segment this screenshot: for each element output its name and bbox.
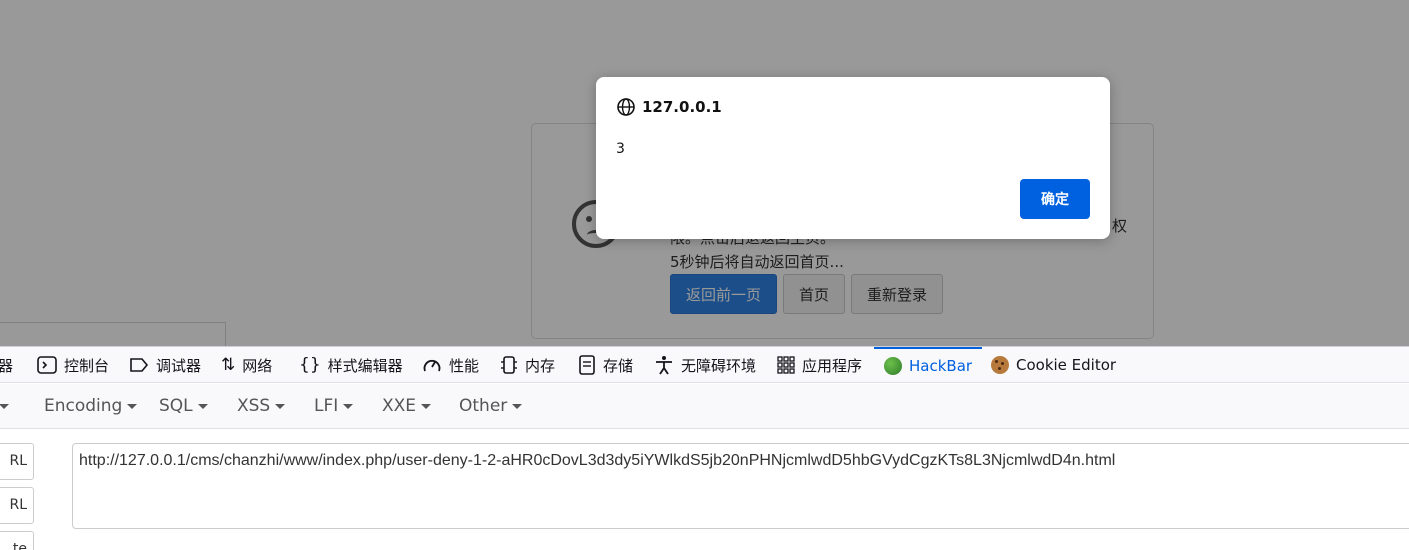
style-editor-icon: {} bbox=[299, 354, 321, 375]
tab-hackbar[interactable]: HackBar bbox=[874, 347, 983, 383]
devtools-panel: 器 控制台 调试器 ⇅ 网络 {} 样式编辑器 性能 内存 存储 无障碍环境 应… bbox=[0, 346, 1409, 550]
tab-label: 内存 bbox=[525, 356, 556, 375]
tab-label: 调试器 bbox=[156, 356, 202, 375]
chevron-down-icon bbox=[0, 403, 9, 409]
alert-dialog: 127.0.0.1 3 确定 bbox=[596, 77, 1110, 239]
tab-label: 样式编辑器 bbox=[327, 356, 403, 375]
tab-label: 网络 bbox=[242, 356, 273, 375]
chevron-down-icon bbox=[343, 403, 354, 409]
menu-sql[interactable]: SQL bbox=[159, 396, 208, 416]
menu-lfi[interactable]: LFI bbox=[314, 396, 354, 416]
cookie-icon bbox=[991, 356, 1009, 374]
tab-label: HackBar bbox=[909, 357, 973, 375]
globe-icon bbox=[617, 98, 635, 116]
tab-network[interactable]: ⇅ 网络 bbox=[221, 347, 272, 383]
tab-label: 性能 bbox=[449, 356, 480, 375]
chevron-down-icon bbox=[512, 403, 523, 409]
dialog-origin-text: 127.0.0.1 bbox=[642, 98, 722, 116]
tab-inspector[interactable]: 器 bbox=[0, 347, 13, 383]
memory-icon bbox=[501, 356, 517, 374]
debugger-icon bbox=[130, 358, 149, 372]
accessibility-icon bbox=[656, 356, 672, 375]
dialog-message: 3 bbox=[616, 141, 625, 157]
network-icon: ⇅ bbox=[221, 354, 236, 375]
tab-console[interactable]: 控制台 bbox=[37, 347, 109, 383]
tab-style-editor[interactable]: {} 样式编辑器 bbox=[299, 347, 403, 383]
dialog-origin: 127.0.0.1 bbox=[616, 97, 722, 117]
split-url-button[interactable]: RL bbox=[0, 487, 34, 524]
console-icon bbox=[37, 356, 57, 374]
menu-load-url[interactable] bbox=[0, 396, 9, 416]
load-url-button[interactable]: RL bbox=[0, 443, 34, 480]
chevron-down-icon bbox=[275, 403, 286, 409]
tab-label: 应用程序 bbox=[802, 356, 863, 375]
tab-label: 器 bbox=[0, 356, 14, 375]
tab-cookie-editor[interactable]: Cookie Editor bbox=[991, 347, 1116, 383]
chevron-down-icon bbox=[421, 403, 432, 409]
menu-xxe[interactable]: XXE bbox=[382, 396, 432, 416]
tab-storage[interactable]: 存储 bbox=[578, 347, 633, 383]
hackbar-icon bbox=[884, 357, 902, 375]
tab-label: 存储 bbox=[603, 356, 634, 375]
tab-accessibility[interactable]: 无障碍环境 bbox=[654, 347, 756, 383]
menu-xss[interactable]: XSS bbox=[237, 396, 286, 416]
tab-application[interactable]: 应用程序 bbox=[777, 347, 862, 383]
chevron-down-icon bbox=[197, 403, 208, 409]
tab-memory[interactable]: 内存 bbox=[500, 347, 555, 383]
url-input[interactable] bbox=[72, 443, 1409, 529]
devtools-tabbar: 器 控制台 调试器 ⇅ 网络 {} 样式编辑器 性能 内存 存储 无障碍环境 应… bbox=[0, 347, 1409, 383]
hackbar-menu: Encoding SQL XSS LFI XXE Other bbox=[0, 384, 1409, 429]
menu-encoding[interactable]: Encoding bbox=[44, 396, 138, 416]
performance-icon bbox=[423, 359, 441, 372]
menu-other[interactable]: Other bbox=[459, 396, 523, 416]
chevron-down-icon bbox=[127, 403, 138, 409]
tab-debugger[interactable]: 调试器 bbox=[129, 347, 201, 383]
tab-performance[interactable]: 性能 bbox=[422, 347, 479, 383]
tab-label: Cookie Editor bbox=[1016, 356, 1117, 374]
tab-label: 控制台 bbox=[64, 356, 110, 375]
storage-icon bbox=[579, 355, 595, 375]
application-icon bbox=[777, 356, 795, 374]
ok-button[interactable]: 确定 bbox=[1020, 179, 1090, 219]
tab-label: 无障碍环境 bbox=[681, 356, 757, 375]
execute-button[interactable]: te bbox=[0, 531, 34, 550]
